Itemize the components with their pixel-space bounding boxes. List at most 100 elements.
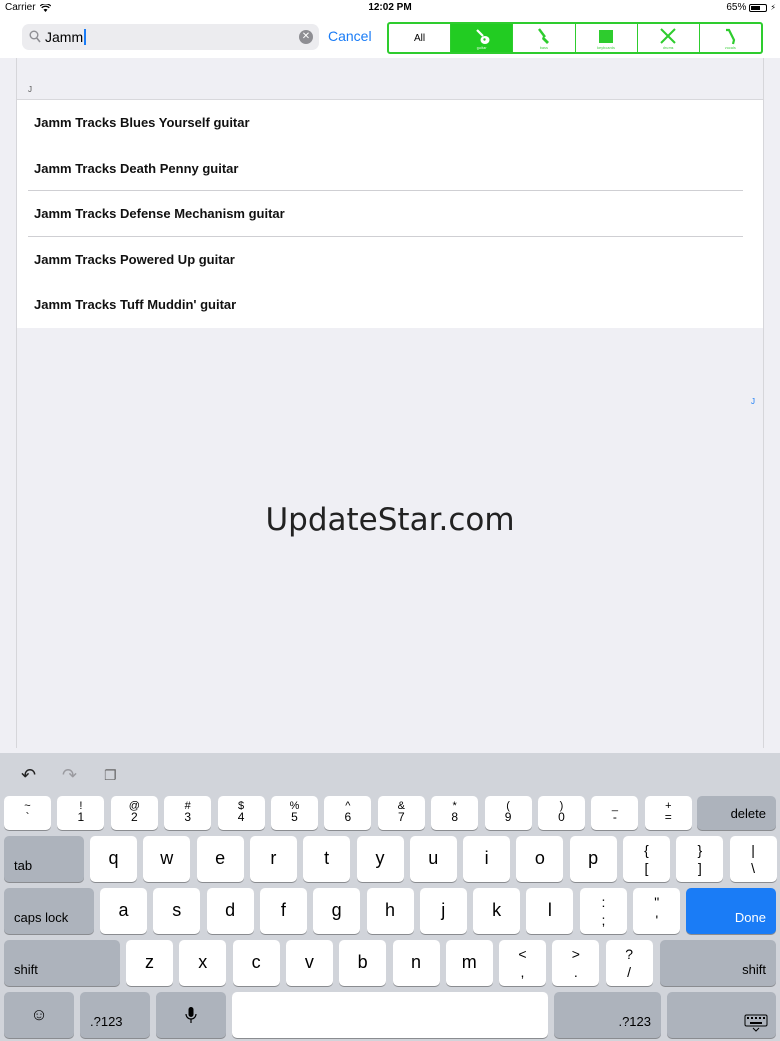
key-5[interactable]: % 5 bbox=[271, 796, 318, 830]
key-char: z bbox=[145, 952, 154, 972]
key-char: x bbox=[198, 952, 208, 972]
key-s[interactable]: s bbox=[153, 888, 201, 934]
search-icon bbox=[29, 30, 41, 43]
key-char: , bbox=[520, 964, 525, 980]
key-t[interactable]: t bbox=[303, 836, 351, 882]
list-item[interactable]: Jamm Tracks Tuff Muddin' guitar bbox=[17, 282, 763, 328]
key-symbol[interactable]: {[ bbox=[623, 836, 670, 882]
list-item-label: Jamm Tracks Defense Mechanism guitar bbox=[34, 206, 285, 222]
key-symbol[interactable]: | \ bbox=[729, 836, 777, 882]
key-char: - bbox=[612, 810, 617, 824]
key-`[interactable]: ~ ` bbox=[4, 796, 51, 830]
key-g[interactable]: g bbox=[313, 888, 361, 934]
undo-icon[interactable]: ↶ bbox=[21, 765, 36, 786]
list-item[interactable]: Jamm Tracks Powered Up guitar bbox=[17, 237, 763, 283]
key-f[interactable]: f bbox=[259, 888, 307, 934]
battery-icon bbox=[749, 3, 768, 12]
results-table: J Jamm Tracks Blues Yourself guitar Jamm… bbox=[16, 58, 764, 748]
key-j[interactable]: j bbox=[419, 888, 467, 934]
key-symbol[interactable]: :; bbox=[580, 888, 627, 934]
list-item[interactable]: Jamm Tracks Blues Yourself guitar bbox=[17, 100, 763, 146]
dismiss-keyboard-key[interactable] bbox=[667, 992, 776, 1038]
key-4[interactable]: $4 bbox=[217, 796, 265, 830]
key-symbol[interactable]: }] bbox=[676, 836, 724, 882]
key-char: 1 bbox=[77, 810, 85, 824]
filter-keyboards[interactable]: keyboards bbox=[576, 24, 638, 52]
key-shift-char: { bbox=[644, 842, 649, 858]
key-shift-char: | bbox=[751, 842, 755, 858]
filter-all[interactable]: All bbox=[389, 24, 452, 52]
key-char: s bbox=[172, 900, 182, 920]
key-char: . bbox=[573, 964, 578, 980]
key-symbol[interactable]: <, bbox=[499, 940, 546, 986]
tab-key[interactable]: tab bbox=[4, 836, 84, 882]
key-symbol[interactable]: >. bbox=[552, 940, 600, 986]
key-a[interactable]: a bbox=[100, 888, 147, 934]
key-e[interactable]: e bbox=[196, 836, 244, 882]
caps-lock-key[interactable]: caps lock bbox=[4, 888, 94, 934]
numbers-key-left[interactable]: .?123 bbox=[80, 992, 150, 1038]
key-x[interactable]: x bbox=[179, 940, 227, 986]
shift-label: shift bbox=[742, 962, 766, 977]
emoji-key[interactable]: ☺ bbox=[4, 992, 74, 1038]
filter-guitar[interactable]: guitar bbox=[451, 24, 514, 52]
filter-drums[interactable]: drums bbox=[638, 24, 700, 52]
redo-icon[interactable]: ↷ bbox=[62, 765, 77, 786]
clear-search-icon[interactable]: ✕ bbox=[299, 30, 313, 44]
key-1[interactable]: ! 1 bbox=[57, 796, 105, 830]
key-char: g bbox=[331, 900, 342, 920]
key-q[interactable]: q bbox=[90, 836, 137, 882]
key-i[interactable]: i bbox=[463, 836, 511, 882]
key-d[interactable]: d bbox=[206, 888, 254, 934]
key-p[interactable]: p bbox=[569, 836, 617, 882]
key-8[interactable]: * 8 bbox=[431, 796, 479, 830]
key-z[interactable]: z bbox=[126, 940, 173, 986]
key-0[interactable]: ) 0 bbox=[538, 796, 585, 830]
key-9[interactable]: (9 bbox=[484, 796, 532, 830]
key-6[interactable]: ^ 6 bbox=[324, 796, 372, 830]
filter-all-label: All bbox=[414, 32, 426, 44]
battery-percent: 65% bbox=[726, 2, 747, 13]
key-r[interactable]: r bbox=[249, 836, 297, 882]
key-n[interactable]: n bbox=[392, 940, 440, 986]
numbers-key-right[interactable]: .?123 bbox=[554, 992, 661, 1038]
dictation-key[interactable] bbox=[156, 992, 226, 1038]
shift-left-key[interactable]: shift bbox=[4, 940, 120, 986]
done-key[interactable]: Done bbox=[686, 888, 776, 934]
bass-icon bbox=[537, 28, 549, 44]
key-7[interactable]: & 7 bbox=[377, 796, 425, 830]
key-o[interactable]: o bbox=[516, 836, 564, 882]
key-b[interactable]: b bbox=[339, 940, 387, 986]
key-3[interactable]: #3 bbox=[164, 796, 212, 830]
key-char: \ bbox=[751, 860, 756, 876]
key--[interactable]: _ - bbox=[591, 796, 639, 830]
key-=[interactable]: + = bbox=[644, 796, 692, 830]
key-symbol[interactable]: ? / bbox=[605, 940, 653, 986]
key-u[interactable]: u bbox=[409, 836, 457, 882]
key-w[interactable]: w bbox=[143, 836, 191, 882]
key-char: ; bbox=[601, 912, 606, 928]
list-item[interactable]: Jamm Tracks Defense Mechanism guitar bbox=[17, 191, 763, 237]
key-y[interactable]: y bbox=[356, 836, 404, 882]
filter-bass[interactable]: bass bbox=[513, 24, 576, 52]
list-item[interactable]: Jamm Tracks Death Penny guitar bbox=[17, 146, 763, 192]
key-symbol[interactable]: " ' bbox=[633, 888, 681, 934]
key-v[interactable]: v bbox=[285, 940, 333, 986]
emoji-icon: ☺ bbox=[30, 1005, 48, 1024]
key-h[interactable]: h bbox=[366, 888, 414, 934]
key-m[interactable]: m bbox=[445, 940, 493, 986]
key-c[interactable]: c bbox=[232, 940, 280, 986]
key-l[interactable]: l bbox=[526, 888, 574, 934]
paste-icon[interactable]: ❐ bbox=[104, 767, 117, 784]
shift-right-key[interactable]: shift bbox=[660, 940, 776, 986]
key-2[interactable]: @2 bbox=[110, 796, 158, 830]
drums-icon bbox=[660, 28, 676, 44]
section-index-j[interactable]: J bbox=[751, 397, 755, 406]
search-input[interactable]: Jamm ✕ bbox=[22, 24, 319, 50]
key-k[interactable]: k bbox=[473, 888, 521, 934]
space-key[interactable] bbox=[232, 992, 548, 1038]
cancel-button[interactable]: Cancel bbox=[328, 28, 372, 44]
filter-vocals[interactable]: vocals bbox=[700, 24, 761, 52]
filter-guitar-label: guitar bbox=[476, 46, 487, 50]
delete-key[interactable]: delete bbox=[697, 796, 776, 830]
